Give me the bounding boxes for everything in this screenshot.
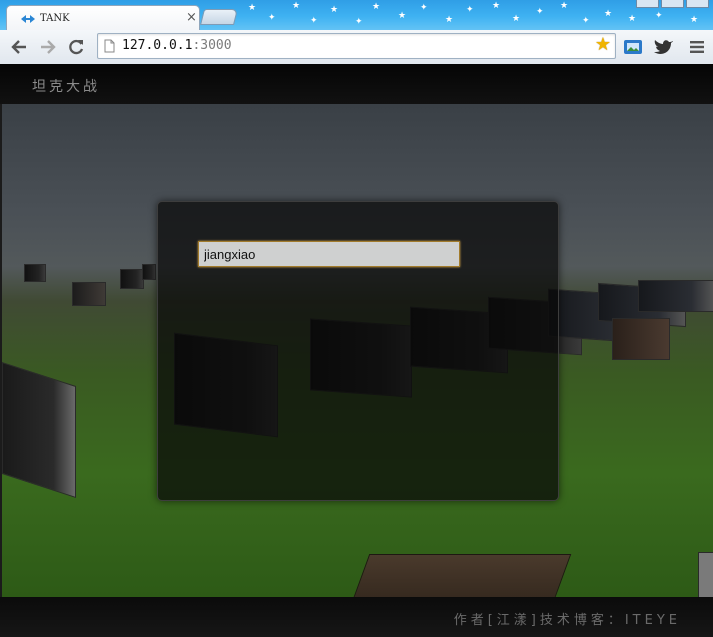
browser-toolbar: 127.0.0.1:3000 ★: [0, 30, 713, 65]
menu-button[interactable]: [686, 36, 708, 58]
forward-button[interactable]: [37, 36, 59, 58]
window-controls: [636, 0, 709, 8]
wall-block: [638, 280, 713, 312]
new-tab-button[interactable]: [200, 9, 238, 25]
forward-arrow-icon: [41, 40, 56, 54]
wall-block: [142, 264, 156, 280]
back-button[interactable]: [8, 36, 30, 58]
site-title: 坦克大战: [32, 79, 100, 95]
wall-block: [24, 264, 46, 282]
reload-icon: [69, 39, 84, 55]
bird-icon: [654, 40, 673, 54]
url-text: 127.0.0.1:3000: [122, 38, 232, 53]
tab-tank[interactable]: TANK ×: [6, 5, 200, 30]
url-host: 127.0.0.1: [122, 38, 193, 53]
back-arrow-icon: [11, 40, 26, 54]
reload-button[interactable]: [65, 36, 87, 58]
close-window-button[interactable]: [686, 0, 709, 8]
twitter-extension-icon[interactable]: [653, 36, 675, 58]
maximize-button[interactable]: [661, 0, 684, 8]
minimize-button[interactable]: [636, 0, 659, 8]
url-port: :3000: [192, 38, 232, 53]
bookmark-star-icon[interactable]: ★: [595, 36, 611, 54]
tab-close-icon[interactable]: ×: [186, 10, 197, 25]
wall-block: [120, 269, 144, 289]
author-credit: 作者[江漾]技术博客：ITEYE: [453, 613, 681, 628]
address-bar[interactable]: 127.0.0.1:3000 ★: [97, 33, 616, 59]
wall-block: [72, 282, 106, 306]
wall-block: [612, 318, 670, 360]
picture-icon: [624, 40, 642, 54]
screen-capture-extension-icon[interactable]: [622, 36, 644, 58]
player-name-input[interactable]: [198, 241, 460, 267]
game-page: 坦克大战 作者[江漾]技术博客：ITEYE: [0, 64, 713, 637]
wall-block: [698, 552, 713, 599]
page-header: 坦克大战: [0, 64, 713, 104]
tab-title: TANK: [40, 13, 70, 24]
page-footer: 作者[江漾]技术博客：ITEYE: [0, 597, 713, 637]
page-icon: [104, 39, 115, 53]
hamburger-menu-icon: [690, 41, 704, 53]
wall-block: [2, 361, 76, 499]
tab-strip: ★ ✦ ★ ✦ ★ ✦ ★ ★ ✦ ★ ✦ ★ ★ ✦ ★ ✦ ★ ★ ✦ ★ TANK ×: [0, 0, 713, 30]
login-dialog: [157, 201, 559, 501]
tank-tab-icon: [21, 15, 35, 23]
